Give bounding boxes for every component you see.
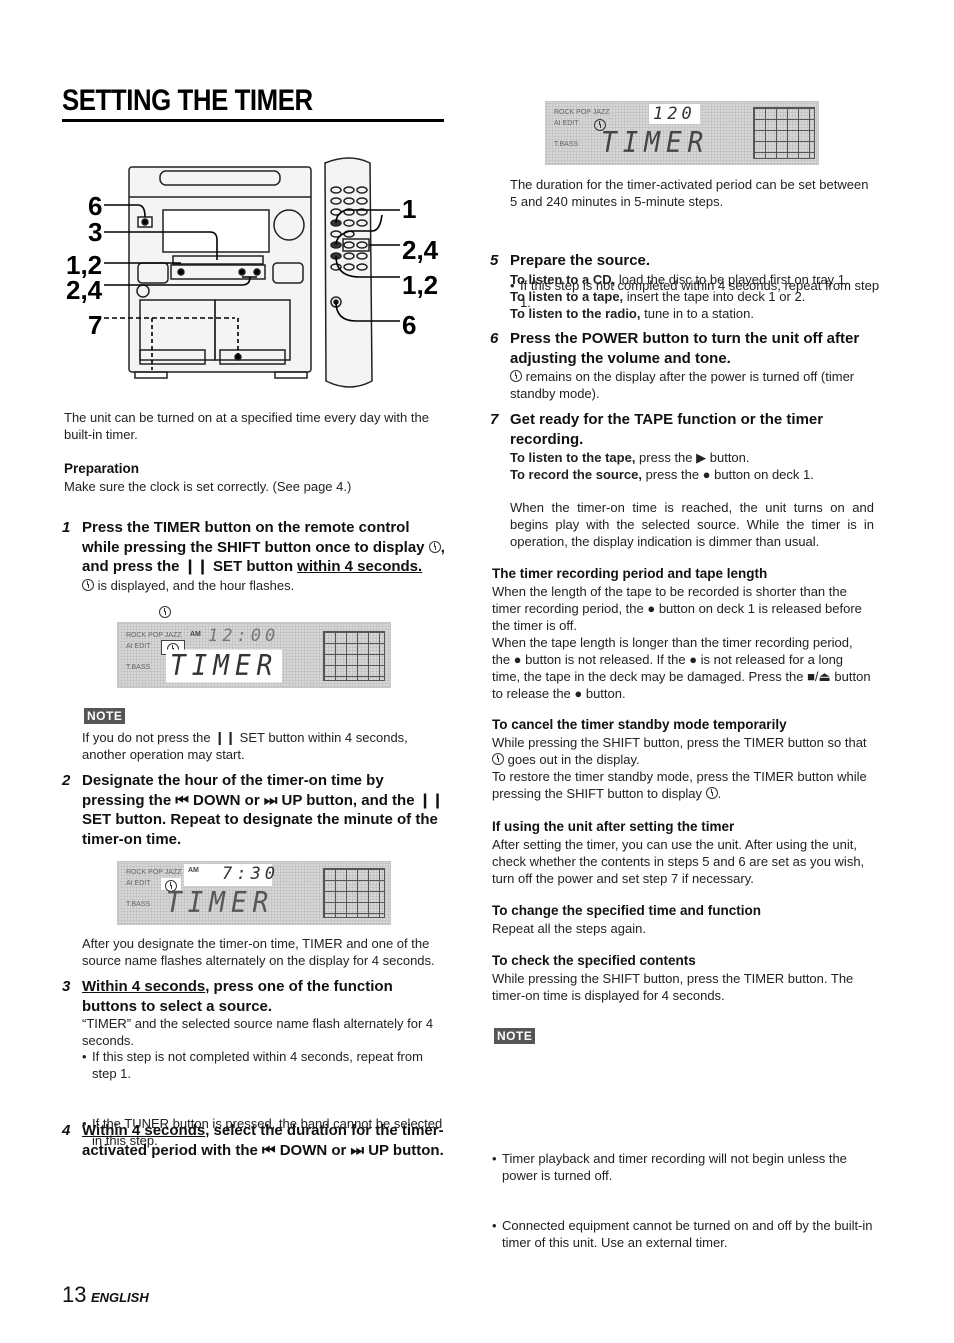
- note-bullet: Connected equipment cannot be turned on …: [492, 1217, 882, 1251]
- section-heading: If using the unit after setting the time…: [492, 819, 735, 834]
- section-body: While pressing the SHIFT button, press t…: [492, 735, 867, 801]
- step-2-heading: 2 Designate the hour of the timer-on tim…: [62, 772, 444, 848]
- step-4-body: The duration for the timer-activated per…: [510, 177, 869, 209]
- pause-icon: ❙❙: [183, 558, 209, 575]
- page-footer: 13 ENGLISH: [62, 1282, 149, 1308]
- step-7-lines: To listen to the tape, press the ▶ butto…: [510, 449, 874, 483]
- section-body: When the length of the tape to be record…: [492, 584, 871, 701]
- step-7-after: When the timer-on time is reached, the u…: [510, 500, 874, 549]
- display-main-text: TIMER: [601, 126, 710, 160]
- step-6-body: remains on the display after the power i…: [510, 369, 855, 401]
- display-digits: 12:00: [208, 626, 280, 646]
- stereo-remote-figure: [104, 157, 400, 388]
- callout-1-right: 1: [402, 194, 417, 224]
- note-1-text: If you do not press the ❙❙ SET button wi…: [82, 730, 408, 762]
- note-badge: NOTE: [84, 708, 126, 724]
- pause-icon: ❙❙: [214, 730, 237, 745]
- title-rule: [62, 119, 444, 122]
- timer-clock-icon: [82, 579, 94, 591]
- step-3-bullet: If this step is not completed within 4 s…: [82, 1048, 446, 1082]
- timer-clock-icon: [428, 540, 441, 553]
- spectrum-grid: [753, 107, 815, 159]
- section-body: While pressing the SHIFT button, press t…: [492, 971, 854, 1003]
- timer-clock-icon: [510, 370, 522, 382]
- callout-2-4-left: 2,4: [66, 275, 103, 305]
- callout-6-left: 6: [88, 191, 103, 221]
- timer-clock-icon: [159, 606, 171, 618]
- tape-line: To record the source, press the ● button…: [510, 467, 814, 482]
- display-digits: 120: [649, 104, 700, 124]
- remote-control: [324, 157, 373, 388]
- display-step-4: ROCK POP JAZZ AI EDIT T.BASS 120 TIMER: [545, 101, 819, 165]
- note-bullet: Timer playback and timer recording will …: [492, 1150, 882, 1184]
- section-heading: To change the specified time and functio…: [492, 903, 762, 918]
- preparation-text: Make sure the clock is set correctly. (S…: [64, 479, 352, 494]
- step-1-body: is displayed, and the hour flashes.: [82, 577, 446, 594]
- source-line: To listen to a CD, load the disc to be p…: [510, 272, 849, 287]
- callout-6-right: 6: [402, 310, 417, 340]
- source-line: To listen to a tape, insert the tape int…: [510, 289, 806, 304]
- spectrum-grid: [323, 868, 385, 918]
- display-main-text: TIMER: [166, 886, 275, 920]
- step-number: 1: [62, 519, 71, 536]
- note-badge: NOTE: [494, 1028, 536, 1044]
- display-step-1: ROCK POP JAZZ AI EDIT T.BASS AM 12:00 TI…: [117, 622, 391, 688]
- callout-7: 7: [88, 310, 103, 340]
- step-3-heading: 3 Within 4 seconds, press one of the fun…: [62, 978, 393, 1015]
- display-main-text: TIMER: [166, 649, 283, 683]
- power-button-marker: [141, 218, 149, 226]
- preparation-heading: Preparation: [64, 461, 140, 476]
- section-body: After setting the timer, you can use the…: [492, 837, 865, 886]
- tape-line: To listen to the tape, press the ▶ butto…: [510, 450, 750, 465]
- section-heading: The timer recording period and tape leng…: [492, 566, 768, 581]
- display-digits: 7:30: [222, 864, 279, 884]
- step-1-heading: 1 Press the TIMER button on the remote c…: [62, 519, 445, 575]
- callout-2-4-right: 2,4: [402, 235, 439, 265]
- spectrum-grid: [323, 631, 385, 681]
- step-4-heading: 4 Within 4 seconds, select the duration …: [62, 1122, 444, 1159]
- page-title: SETTING THE TIMER: [62, 84, 313, 117]
- source-line: To listen to the radio, tune in to a sta…: [510, 306, 754, 321]
- callout-1-2-right: 1,2: [402, 270, 439, 300]
- step-6-heading: 6 Press the POWER button to turn the uni…: [490, 330, 860, 367]
- section-heading: To cancel the timer standby mode tempora…: [492, 717, 787, 732]
- timer-clock-icon: [492, 753, 504, 765]
- step-3-body: “TIMER” and the selected source name fla…: [82, 1016, 434, 1048]
- display-step-2: ROCK POP JAZZ AI EDIT T.BASS AM 7:30 TIM…: [117, 861, 391, 925]
- intro-text: The unit can be turned on at a specified…: [64, 410, 429, 442]
- display-clock-marker: [159, 604, 171, 622]
- stereo-unit: [128, 166, 312, 379]
- language-label: ENGLISH: [90, 1290, 149, 1305]
- page-number: 13: [62, 1282, 87, 1307]
- timer-clock-icon: [705, 787, 718, 799]
- section-heading: To check the specified contents: [492, 953, 696, 968]
- section-body: Repeat all the steps again.: [492, 921, 646, 936]
- step-2-body: After you designate the timer-on time, T…: [82, 936, 435, 968]
- step-5-heading: 5 Prepare the source.: [490, 252, 651, 269]
- callout-3: 3: [88, 217, 103, 247]
- step-7-heading: 7 Get ready for the TAPE function or the…: [490, 411, 824, 448]
- step-5-lines: To listen to a CD, load the disc to be p…: [510, 271, 874, 322]
